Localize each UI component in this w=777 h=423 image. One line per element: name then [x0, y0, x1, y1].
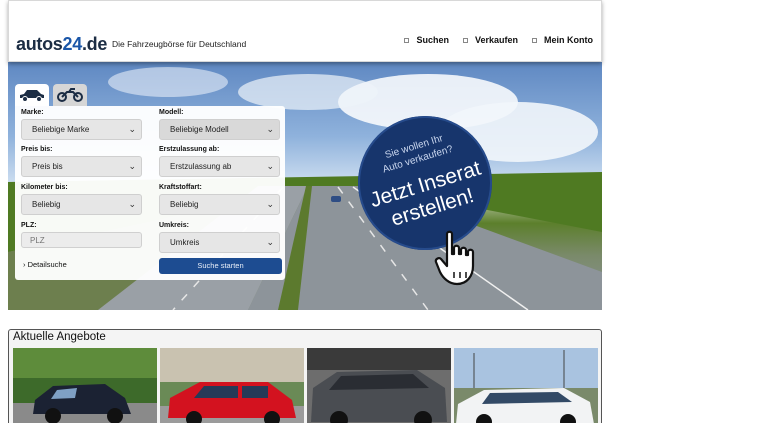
- logo-text: autos: [16, 34, 63, 54]
- offer-photo: [307, 348, 451, 423]
- offer-thumbnail[interactable]: [454, 348, 598, 423]
- plz-label: PLZ:: [21, 222, 37, 229]
- chevron-down-icon: ⌄: [266, 124, 274, 134]
- search-form: Marke: Beliebige Marke ⌄ Modell: Beliebi…: [15, 106, 285, 280]
- erstzulassung-value: Erstzulassung ab: [170, 162, 232, 171]
- preis-select[interactable]: Preis bis ⌄: [21, 156, 142, 177]
- page: autos24.de Die Fahrzeugbörse für Deutsch…: [0, 0, 777, 423]
- nav-bullet-icon: [462, 37, 468, 43]
- kraftstoff-value: Beliebig: [170, 200, 199, 209]
- offers-title: Aktuelle Angebote: [13, 331, 106, 343]
- kilometer-label: Kilometer bis:: [21, 184, 68, 191]
- offer-thumbnail[interactable]: [307, 348, 451, 423]
- preis-value: Preis bis: [32, 162, 63, 171]
- logo-domain: .de: [81, 34, 108, 54]
- kraftstoff-select[interactable]: Beliebig ⌄: [159, 194, 280, 215]
- tab-motorcycle[interactable]: [53, 84, 87, 106]
- vehicle-tabs: [15, 84, 87, 106]
- search-start-button[interactable]: Suche starten: [159, 258, 282, 274]
- nav-item-suchen[interactable]: Suchen: [404, 35, 449, 45]
- plz-input[interactable]: [21, 232, 142, 248]
- nav-label: Suchen: [416, 35, 449, 45]
- motorcycle-icon: [57, 88, 83, 102]
- modell-value: Beliebige Modell: [170, 125, 229, 134]
- chevron-down-icon: ⌄: [266, 237, 274, 247]
- nav-bullet-icon: [532, 37, 537, 43]
- umkreis-label: Umkreis:: [159, 222, 189, 229]
- offer-thumbnail[interactable]: [160, 348, 304, 423]
- marke-label: Marke:: [21, 109, 44, 116]
- nav-label: Verkaufen: [474, 35, 518, 45]
- chevron-down-icon: ⌄: [266, 199, 274, 209]
- offer-thumbnail[interactable]: [13, 348, 157, 423]
- marke-value: Beliebige Marke: [32, 125, 90, 134]
- offer-photo: [454, 348, 598, 423]
- nav-label: Mein Konto: [544, 35, 593, 45]
- preis-label: Preis bis:: [21, 146, 53, 153]
- chevron-down-icon: ⌄: [266, 161, 274, 171]
- nav-bullet-icon: [404, 37, 410, 43]
- offer-photo: [13, 348, 157, 423]
- erstzulassung-label: Erstzulassung ab:: [159, 146, 220, 153]
- detailsuche-link[interactable]: › Detailsuche: [23, 260, 67, 269]
- site-tagline: Die Fahrzeugbörse für Deutschland: [112, 39, 247, 49]
- chevron-down-icon: ⌄: [128, 124, 136, 134]
- nav-item-mein-konto[interactable]: Mein Konto: [532, 35, 593, 45]
- umkreis-value: Umkreis: [170, 238, 200, 247]
- chevron-down-icon: ⌄: [128, 161, 136, 171]
- kraftstoff-label: Kraftstoffart:: [159, 184, 202, 191]
- umkreis-select[interactable]: Umkreis ⌄: [159, 232, 280, 253]
- site-logo[interactable]: autos24.de: [16, 34, 107, 55]
- kilometer-select[interactable]: Beliebig ⌄: [21, 194, 142, 215]
- nav-item-verkaufen[interactable]: Verkaufen: [462, 35, 518, 45]
- modell-label: Modell:: [159, 109, 184, 116]
- main-nav: Suchen Verkaufen Mein Konto: [404, 35, 593, 45]
- marke-select[interactable]: Beliebige Marke ⌄: [21, 119, 142, 140]
- modell-select[interactable]: Beliebige Modell ⌄: [159, 119, 280, 140]
- tab-car[interactable]: [15, 84, 49, 106]
- chevron-down-icon: ⌄: [128, 199, 136, 209]
- erstzulassung-select[interactable]: Erstzulassung ab ⌄: [159, 156, 280, 177]
- site-header: autos24.de Die Fahrzeugbörse für Deutsch…: [8, 0, 602, 62]
- kilometer-value: Beliebig: [32, 200, 61, 209]
- hand-pointer-icon: [434, 230, 475, 286]
- offer-photo: [160, 348, 304, 423]
- car-icon: [20, 90, 44, 102]
- logo-number: 24: [62, 34, 83, 54]
- current-offers-section: Aktuelle Angebote: [8, 329, 602, 423]
